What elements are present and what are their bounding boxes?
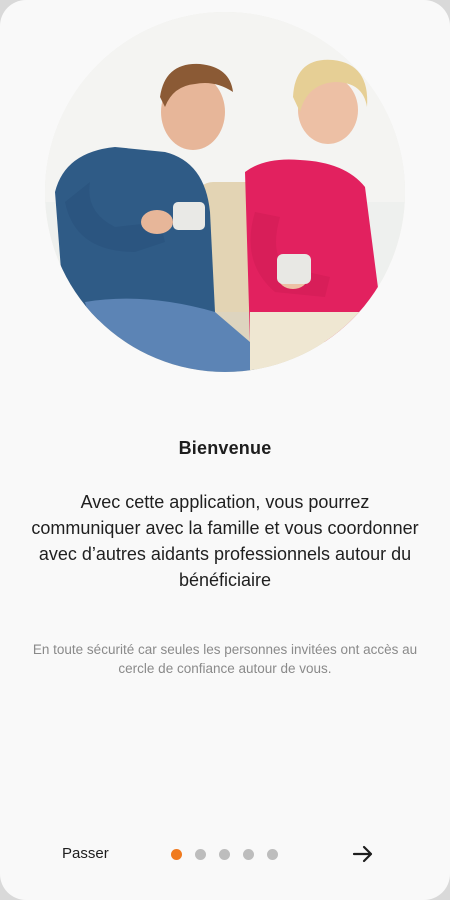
page-dot-3[interactable] bbox=[219, 849, 230, 860]
page-indicator bbox=[171, 849, 278, 860]
page-dot-4[interactable] bbox=[243, 849, 254, 860]
page-dot-1[interactable] bbox=[171, 849, 182, 860]
onboarding-description: Avec cette application, vous pourrez com… bbox=[31, 492, 419, 590]
skip-button[interactable]: Passer bbox=[62, 845, 109, 862]
arrow-right-icon bbox=[352, 845, 373, 863]
next-button[interactable] bbox=[349, 840, 377, 868]
hero-image bbox=[45, 12, 405, 372]
page-dot-5[interactable] bbox=[267, 849, 278, 860]
onboarding-screen: Bienvenue Avec cette application, vous p… bbox=[0, 0, 450, 900]
onboarding-security-note: En toute sécurité car seules les personn… bbox=[32, 642, 418, 676]
onboarding-title: Bienvenue bbox=[178, 438, 272, 458]
page-dot-2[interactable] bbox=[195, 849, 206, 860]
onboarding-footer: Passer bbox=[0, 836, 450, 876]
hero-photo bbox=[45, 12, 405, 372]
